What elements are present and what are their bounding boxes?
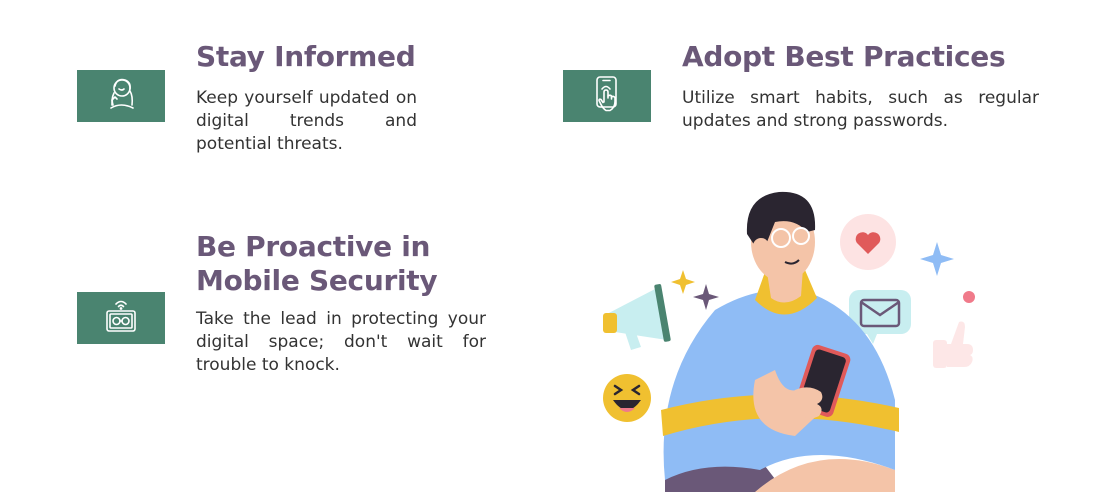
phone-touch-icon <box>587 74 627 118</box>
person-thinking-icon <box>101 74 141 118</box>
be-proactive-text: Take the lead in protecting your digital… <box>196 309 486 375</box>
stay-informed-heading: Stay Informed <box>196 40 416 73</box>
star-icon <box>920 242 954 276</box>
thumbs-up-icon <box>933 321 973 368</box>
adopt-best-practices-text: Utilize smart habits, such as regular up… <box>682 88 1039 131</box>
sparkle-icon <box>693 284 719 310</box>
sparkle-icon <box>671 270 695 294</box>
wifi-glasses-device-icon <box>101 296 141 340</box>
be-proactive-heading: Be Proactive in Mobile Security <box>196 230 438 298</box>
be-proactive-heading-line1: Be Proactive in <box>196 230 431 263</box>
stay-informed-icon-box <box>77 70 165 122</box>
adopt-best-practices-heading: Adopt Best Practices <box>682 40 1006 73</box>
man-using-phone-illustration <box>595 180 995 492</box>
heart-bubble-icon <box>840 214 896 270</box>
adopt-best-practices-icon-box <box>563 70 651 122</box>
stay-informed-text: Keep yourself updated on digital trends … <box>196 88 417 154</box>
dot-icon <box>963 291 975 303</box>
megaphone-icon <box>603 284 671 350</box>
laughing-emoji-icon <box>603 374 651 422</box>
be-proactive-icon-box <box>77 292 165 344</box>
be-proactive-heading-line2: Mobile Security <box>196 264 438 297</box>
